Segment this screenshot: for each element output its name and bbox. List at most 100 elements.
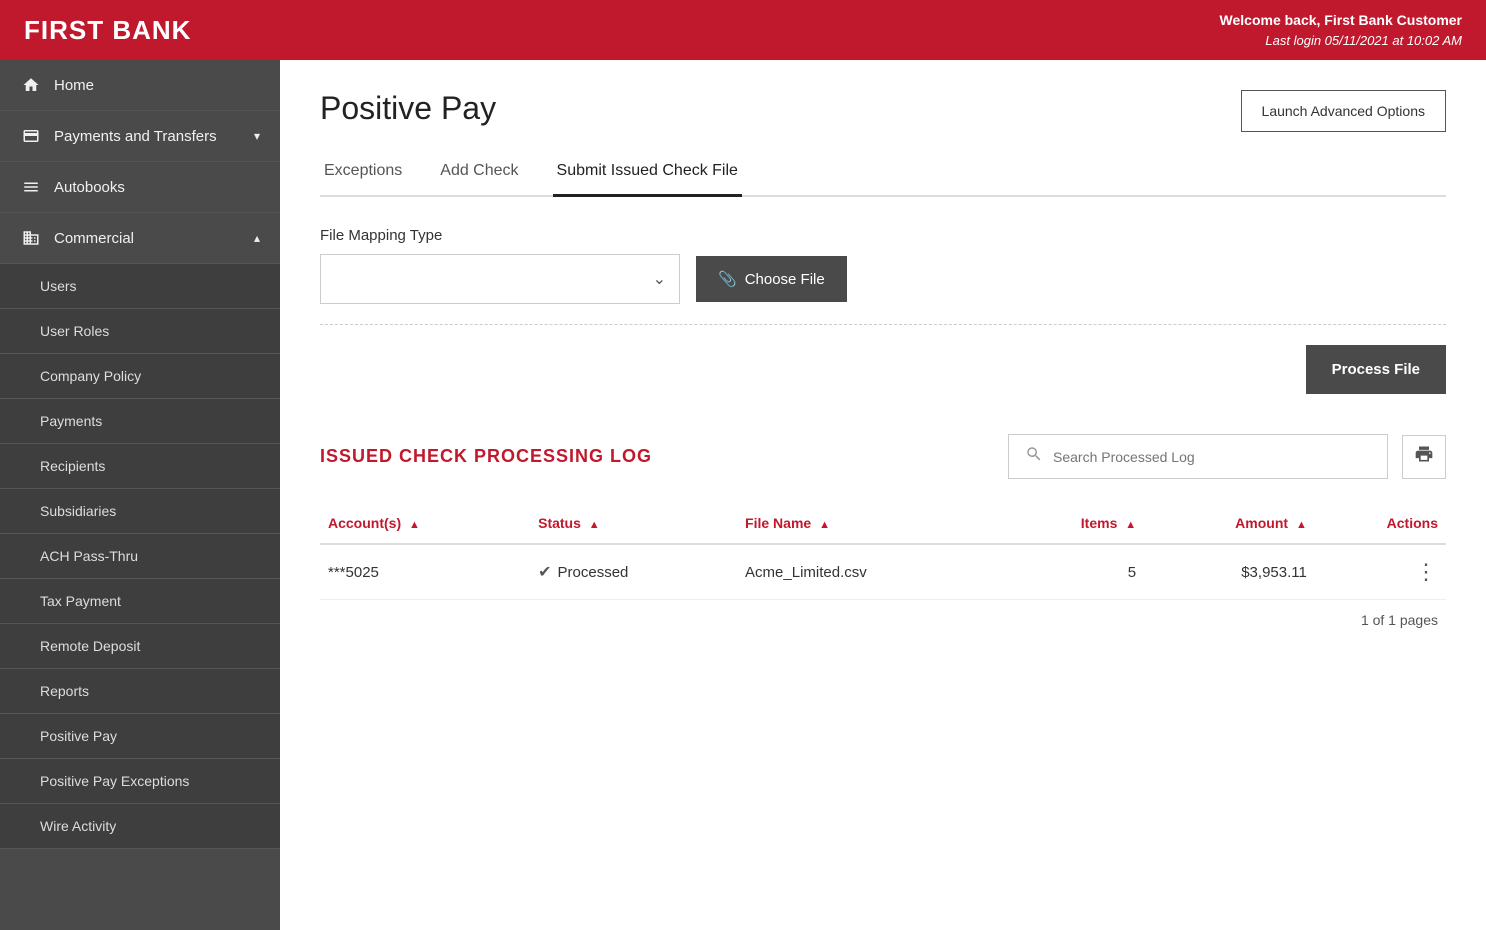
sidebar-item-commercial[interactable]: Commercial ▴ <box>0 213 280 264</box>
main-content: Positive Pay Launch Advanced Options Exc… <box>280 60 1486 930</box>
print-button[interactable] <box>1402 435 1446 479</box>
sidebar-item-reports[interactable]: Reports <box>0 669 280 714</box>
col-status-label: Status <box>538 515 581 531</box>
log-title: ISSUED CHECK PROCESSING LOG <box>320 446 652 467</box>
sidebar-item-tax-payment-label: Tax Payment <box>40 593 121 609</box>
main-layout: Home Payments and Transfers ▾ Autobooks … <box>0 60 1486 930</box>
search-input[interactable] <box>1053 449 1371 465</box>
last-login-text: Last login 05/11/2021 at 10:02 AM <box>1220 31 1462 51</box>
sidebar-item-user-roles[interactable]: User Roles <box>0 309 280 354</box>
sidebar-item-wire-activity-label: Wire Activity <box>40 818 116 834</box>
sidebar: Home Payments and Transfers ▾ Autobooks … <box>0 60 280 930</box>
app-logo: FIRST BANK <box>24 15 191 46</box>
paperclip-icon: 📎 <box>718 270 737 288</box>
log-table: Account(s) ▲ Status ▲ File Name ▲ Item <box>320 503 1446 600</box>
sidebar-item-payments[interactable]: Payments and Transfers ▾ <box>0 111 280 162</box>
menu-icon <box>20 178 42 196</box>
cell-status: ✔ Processed <box>530 544 737 600</box>
sidebar-item-home[interactable]: Home <box>0 60 280 111</box>
sidebar-item-subsidiaries[interactable]: Subsidiaries <box>0 489 280 534</box>
sort-status-icon: ▲ <box>589 519 600 531</box>
col-actions-label: Actions <box>1387 515 1438 531</box>
col-file-name[interactable]: File Name ▲ <box>737 503 1005 544</box>
launch-advanced-options-button[interactable]: Launch Advanced Options <box>1241 90 1446 132</box>
col-accounts-label: Account(s) <box>328 515 401 531</box>
status-text: Processed <box>558 564 629 581</box>
choose-file-label: Choose File <box>745 271 825 288</box>
sidebar-item-payments-sub[interactable]: Payments <box>0 399 280 444</box>
sidebar-item-ach-pass-thru[interactable]: ACH Pass-Thru <box>0 534 280 579</box>
choose-file-button[interactable]: 📎 Choose File <box>696 256 847 302</box>
sidebar-item-ach-pass-thru-label: ACH Pass-Thru <box>40 548 138 564</box>
search-icon <box>1025 445 1043 468</box>
process-file-button[interactable]: Process File <box>1306 345 1446 394</box>
sort-amount-icon: ▲ <box>1296 519 1307 531</box>
sidebar-item-recipients-label: Recipients <box>40 458 105 474</box>
printer-icon <box>1414 444 1434 470</box>
sidebar-item-wire-activity[interactable]: Wire Activity <box>0 804 280 849</box>
col-items-label: Items <box>1081 515 1118 531</box>
tab-bar: Exceptions Add Check Submit Issued Check… <box>320 152 1446 197</box>
file-mapping-row: ⌄ 📎 Choose File <box>320 254 1446 304</box>
file-mapping-section: File Mapping Type ⌄ 📎 Choose File <box>320 227 1446 304</box>
tab-exceptions[interactable]: Exceptions <box>320 152 406 197</box>
col-status[interactable]: Status ▲ <box>530 503 737 544</box>
sidebar-item-reports-label: Reports <box>40 683 89 699</box>
file-type-select[interactable] <box>320 254 680 304</box>
table-row: ***5025 ✔ Processed Acme_Limited.csv 5 $… <box>320 544 1446 600</box>
welcome-text: Welcome back, First Bank Customer <box>1220 10 1462 31</box>
sidebar-item-payments-label: Payments and Transfers <box>54 128 217 145</box>
sidebar-item-home-label: Home <box>54 77 94 94</box>
cell-account: ***5025 <box>320 544 530 600</box>
sidebar-item-users[interactable]: Users <box>0 264 280 309</box>
building-icon <box>20 229 42 247</box>
sidebar-item-remote-deposit[interactable]: Remote Deposit <box>0 624 280 669</box>
col-items[interactable]: Items ▲ <box>1005 503 1144 544</box>
sidebar-item-tax-payment[interactable]: Tax Payment <box>0 579 280 624</box>
sidebar-item-user-roles-label: User Roles <box>40 323 109 339</box>
header-welcome: Welcome back, First Bank Customer Last l… <box>1220 10 1462 51</box>
cell-file-name: Acme_Limited.csv <box>737 544 1005 600</box>
cell-actions: ⋮ <box>1315 544 1446 600</box>
sidebar-item-positive-pay-label: Positive Pay <box>40 728 117 744</box>
sidebar-item-autobooks-label: Autobooks <box>54 179 125 196</box>
col-accounts[interactable]: Account(s) ▲ <box>320 503 530 544</box>
tab-add-check[interactable]: Add Check <box>436 152 522 197</box>
sidebar-item-autobooks[interactable]: Autobooks <box>0 162 280 213</box>
pagination: 1 of 1 pages <box>320 600 1446 640</box>
sidebar-item-payments-sub-label: Payments <box>40 413 102 429</box>
sidebar-item-company-policy-label: Company Policy <box>40 368 141 384</box>
sidebar-item-recipients[interactable]: Recipients <box>0 444 280 489</box>
log-header-row: ISSUED CHECK PROCESSING LOG <box>320 434 1446 479</box>
sidebar-item-users-label: Users <box>40 278 77 294</box>
file-mapping-label: File Mapping Type <box>320 227 1446 244</box>
cell-items: 5 <box>1005 544 1144 600</box>
sidebar-item-subsidiaries-label: Subsidiaries <box>40 503 116 519</box>
credit-card-icon <box>20 127 42 145</box>
log-table-header: Account(s) ▲ Status ▲ File Name ▲ Item <box>320 503 1446 544</box>
log-section: ISSUED CHECK PROCESSING LOG <box>320 434 1446 640</box>
sidebar-item-positive-pay-exceptions[interactable]: Positive Pay Exceptions <box>0 759 280 804</box>
row-actions-button[interactable]: ⋮ <box>1415 561 1438 583</box>
log-table-body: ***5025 ✔ Processed Acme_Limited.csv 5 $… <box>320 544 1446 600</box>
sort-filename-icon: ▲ <box>819 519 830 531</box>
page-title: Positive Pay <box>320 90 496 127</box>
page-header-row: Positive Pay Launch Advanced Options <box>320 90 1446 132</box>
process-area: Process File <box>320 324 1446 394</box>
log-controls <box>1008 434 1446 479</box>
sort-items-icon: ▲ <box>1125 519 1136 531</box>
col-amount-label: Amount <box>1235 515 1288 531</box>
check-mark-icon: ✔ <box>538 562 551 582</box>
home-icon <box>20 76 42 94</box>
chevron-down-icon: ▾ <box>254 129 260 143</box>
sidebar-item-company-policy[interactable]: Company Policy <box>0 354 280 399</box>
app-header: FIRST BANK Welcome back, First Bank Cust… <box>0 0 1486 60</box>
search-box <box>1008 434 1388 479</box>
sidebar-item-positive-pay[interactable]: Positive Pay <box>0 714 280 759</box>
tab-submit-issued-check-file[interactable]: Submit Issued Check File <box>553 152 742 197</box>
col-amount[interactable]: Amount ▲ <box>1144 503 1315 544</box>
cell-amount: $3,953.11 <box>1144 544 1315 600</box>
col-actions: Actions <box>1315 503 1446 544</box>
file-type-select-wrapper: ⌄ <box>320 254 680 304</box>
status-cell: ✔ Processed <box>538 562 729 582</box>
